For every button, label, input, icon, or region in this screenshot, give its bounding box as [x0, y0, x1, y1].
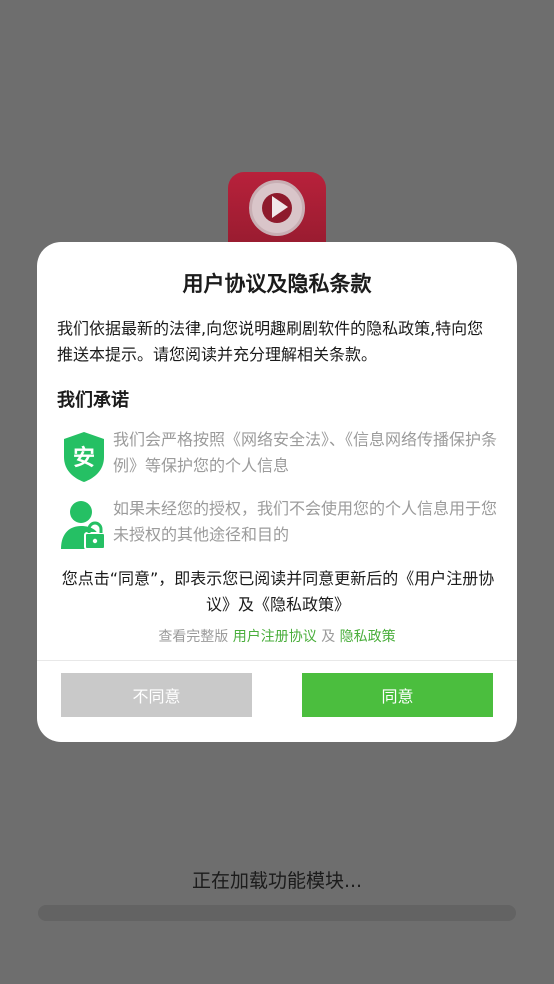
promise-item-text: 如果未经您的授权，我们不会使用您的个人信息用于您未授权的其他途径和目的 — [113, 499, 498, 544]
dialog-intro: 我们依据最新的法律,向您说明趣刷剧软件的隐私政策,特向您推送本提示。请您阅读并充… — [57, 319, 484, 364]
shield-icon: 安 — [64, 432, 104, 482]
promise-item-text: 我们会严格按照《网络安全法》、《信息网络传播保护条例》等保护您的个人信息 — [113, 430, 498, 475]
loading-progress-bar — [38, 905, 516, 921]
promise-item-security-law: 安 我们会严格按照《网络安全法》、《信息网络传播保护条例》等保护您的个人信息 — [57, 430, 499, 490]
divider — [37, 660, 517, 661]
dialog-title: 用户协议及隐私条款 — [182, 272, 372, 296]
user-agreement-link[interactable]: 用户注册协议 — [233, 629, 317, 645]
links-conjunction: 及 — [316, 629, 340, 645]
disagree-button[interactable]: 不同意 — [61, 673, 252, 717]
promise-heading: 我们承诺 — [57, 390, 129, 411]
play-icon — [272, 196, 288, 218]
policy-links: 查看完整版 用户注册协议 及 隐私政策 — [37, 626, 517, 646]
loading-text: 正在加载功能模块... — [191, 870, 363, 892]
agree-button[interactable]: 同意 — [302, 673, 493, 717]
shield-icon-char: 安 — [73, 445, 95, 471]
links-prefix: 查看完整版 — [158, 629, 233, 645]
consent-text: 您点击“同意”，即表示您已阅读并同意更新后的《用户注册协议》及《隐私政策》 — [61, 569, 495, 614]
promise-item-authorization: 如果未经您的授权，我们不会使用您的个人信息用于您未授权的其他途径和目的 — [57, 499, 499, 559]
privacy-policy-link[interactable]: 隐私政策 — [340, 629, 396, 645]
privacy-dialog: 用户协议及隐私条款 我们依据最新的法律,向您说明趣刷剧软件的隐私政策,特向您推送… — [37, 242, 517, 742]
user-lock-icon — [61, 501, 106, 550]
